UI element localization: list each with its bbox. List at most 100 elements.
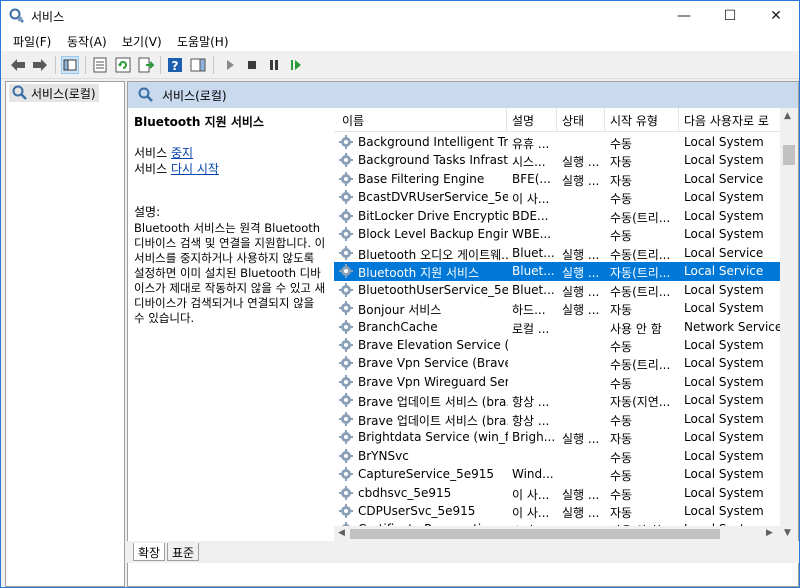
service-description: 이 사... — [512, 487, 550, 502]
table-row[interactable]: Brave Elevation Service (Br... 수동 Local Sy… — [334, 336, 780, 355]
table-row[interactable]: BcastDVRUserService_5e915 이 사... 수동 Local S… — [334, 188, 780, 207]
scroll-thumb[interactable] — [783, 145, 795, 165]
table-row[interactable]: BrYNSvc 수동 Local System — [334, 447, 780, 466]
horizontal-scrollbar[interactable]: ◀ ▶ — [334, 526, 780, 542]
table-row[interactable]: Block Level Backup Engine ... WBE... 수동 Loc… — [334, 225, 780, 244]
service-description: 이 사... — [512, 192, 550, 207]
properties-icon[interactable] — [91, 56, 109, 74]
back-arrow-icon[interactable] — [9, 56, 27, 74]
table-row[interactable]: CaptureService_5e915 Wind... 수동 Local Syste… — [334, 465, 780, 484]
tab-standard[interactable]: 표준 — [167, 543, 200, 561]
service-name: Bluetooth 지원 서비스 — [358, 266, 480, 281]
forward-arrow-icon[interactable] — [31, 56, 49, 74]
services-tree-icon — [12, 85, 28, 104]
pause-service-icon[interactable] — [265, 56, 283, 74]
vertical-scrollbar[interactable]: ▲ ▼ — [780, 108, 798, 542]
scroll-right-icon[interactable]: ▶ — [766, 528, 773, 538]
gear-icon — [338, 189, 354, 205]
table-row[interactable]: Brightdata Service (win_for... Brigh... 실행… — [334, 428, 780, 447]
service-startup-type: 자동 — [610, 155, 633, 170]
close-button[interactable]: ✕ — [753, 1, 799, 31]
scroll-left-icon[interactable]: ◀ — [338, 528, 345, 538]
service-log-on-as: Local System — [684, 153, 764, 168]
restart-prefix: 서비스 — [134, 162, 171, 176]
service-startup-type: 자동 — [610, 432, 633, 447]
pane-header: 서비스(로컬) — [128, 82, 798, 108]
service-name: Bonjour 서비스 — [358, 303, 442, 318]
column-header-log-on-as[interactable]: 다음 사용자로 로 — [684, 112, 769, 129]
tree-item-services-local[interactable]: 서비스(로컬) — [9, 84, 99, 102]
stop-service-icon[interactable] — [243, 56, 261, 74]
tree-item-label: 서비스(로컬) — [31, 87, 96, 101]
table-row[interactable]: BitLocker Drive Encryption ... BDE... 수동(트… — [334, 207, 780, 226]
stop-service-link[interactable]: 중지 — [171, 146, 193, 160]
service-description: 항상 ... — [512, 395, 550, 410]
column-divider[interactable] — [604, 108, 605, 132]
menu-bar: 파일(F) 동작(A) 보기(V) 도움말(H) — [1, 31, 799, 51]
column-header-name[interactable]: 이름 — [342, 112, 364, 129]
table-row[interactable]: Brave Vpn Wireguard Servi... 수동 Local Syst… — [334, 373, 780, 392]
service-name: BluetoothUserService_5e915 — [358, 282, 508, 297]
service-startup-type: 수동 — [610, 339, 633, 354]
help-icon[interactable]: ? — [166, 56, 184, 74]
service-startup-type: 자동 — [610, 506, 633, 520]
table-row[interactable]: CDPUserSvc_5e915 이 사... 실행 ... 자동 Local Syst… — [334, 502, 780, 521]
sort-ascending-icon: ^ — [422, 108, 430, 115]
show-hide-console-tree-icon[interactable] — [61, 56, 79, 74]
show-hide-action-pane-icon[interactable] — [189, 56, 207, 74]
start-service-icon[interactable] — [221, 56, 239, 74]
service-log-on-as: Local System — [684, 411, 764, 426]
service-description: Brigh... — [512, 430, 556, 445]
title-bar: 서비스 — ☐ ✕ — [1, 1, 799, 31]
export-list-icon[interactable] — [137, 56, 155, 74]
column-divider[interactable] — [506, 108, 507, 132]
table-row[interactable]: Background Intelligent Tra... 유휴 ... 수동 Loc… — [334, 133, 780, 152]
restart-service-icon[interactable] — [287, 56, 305, 74]
horizontal-scroll-thumb[interactable] — [350, 529, 720, 539]
menu-action[interactable]: 동작(A) — [67, 33, 107, 50]
column-divider[interactable] — [678, 108, 679, 132]
maximize-button[interactable]: ☐ — [707, 1, 753, 31]
service-log-on-as: Local Service — [684, 264, 764, 279]
column-header-startup-type[interactable]: 시작 유형 — [610, 112, 658, 129]
table-row[interactable]: Brave 업데이트 서비스 (bra... 항상 ... 수동 Local Syst… — [334, 410, 780, 429]
column-header-status[interactable]: 상태 — [562, 112, 584, 129]
window-title: 서비스 — [31, 10, 65, 24]
toolbar-separator — [213, 56, 214, 74]
refresh-icon[interactable] — [114, 56, 132, 74]
menu-file[interactable]: 파일(F) — [13, 33, 51, 50]
scroll-up-icon[interactable]: ▲ — [784, 111, 791, 121]
column-divider[interactable] — [556, 108, 557, 132]
menu-help[interactable]: 도움말(H) — [177, 33, 229, 50]
tab-extended[interactable]: 확장 — [133, 543, 166, 561]
service-status: 실행 ... — [562, 432, 600, 447]
menu-view[interactable]: 보기(V) — [122, 33, 162, 50]
table-row[interactable]: BranchCache 로컬 ... 사용 안 함 Network Service — [334, 318, 780, 337]
table-row[interactable]: Bonjour 서비스 하드... 실행 ... 자동 Local System — [334, 299, 780, 318]
minimize-button[interactable]: — — [661, 1, 707, 31]
gear-icon — [338, 337, 354, 353]
table-row[interactable]: BluetoothUserService_5e915 Bluet... 실행 ...… — [334, 281, 780, 300]
table-row[interactable]: Background Tasks Infrastru... 시스... 실행 ...… — [334, 151, 780, 170]
service-startup-type: 자동(트리... — [610, 266, 671, 281]
restart-service-line: 서비스 다시 시작 — [134, 160, 219, 177]
gear-icon — [338, 448, 354, 464]
service-name: cbdhsvc_5e915 — [358, 485, 452, 500]
service-description: 항상 ... — [512, 413, 550, 428]
table-row[interactable]: Brave Vpn Service (BraveV... 수동(트리... Loca… — [334, 354, 780, 373]
table-row[interactable]: cbdhsvc_5e915 이 사... 실행 ... 수동 Local System — [334, 484, 780, 503]
table-row[interactable]: Bluetooth 오디오 게이트웨... Bluet... 실행 ... 수동(트리… — [334, 244, 780, 263]
services-header-icon — [138, 87, 154, 106]
service-log-on-as: Local System — [684, 190, 764, 205]
toolbar: ? — [1, 51, 799, 79]
column-header-description[interactable]: 설명 — [512, 112, 534, 129]
service-log-on-as: Local System — [684, 337, 764, 352]
scroll-down-icon[interactable]: ▼ — [784, 528, 791, 538]
table-row[interactable]: Base Filtering Engine BFE(... 실행 ... 자동 Loca… — [334, 170, 780, 189]
restart-service-link[interactable]: 다시 시작 — [171, 162, 219, 176]
service-name: Brave Vpn Service (BraveV... — [358, 356, 508, 371]
table-row[interactable]: Brave 업데이트 서비스 (bra... 항상 ... 자동(지연... Loca… — [334, 391, 780, 410]
table-row[interactable]: Bluetooth 지원 서비스 Bluet... 실행 ... 자동(트리... Lo… — [334, 262, 780, 281]
service-status: 실행 ... — [562, 266, 600, 281]
services-app-icon — [9, 8, 25, 24]
